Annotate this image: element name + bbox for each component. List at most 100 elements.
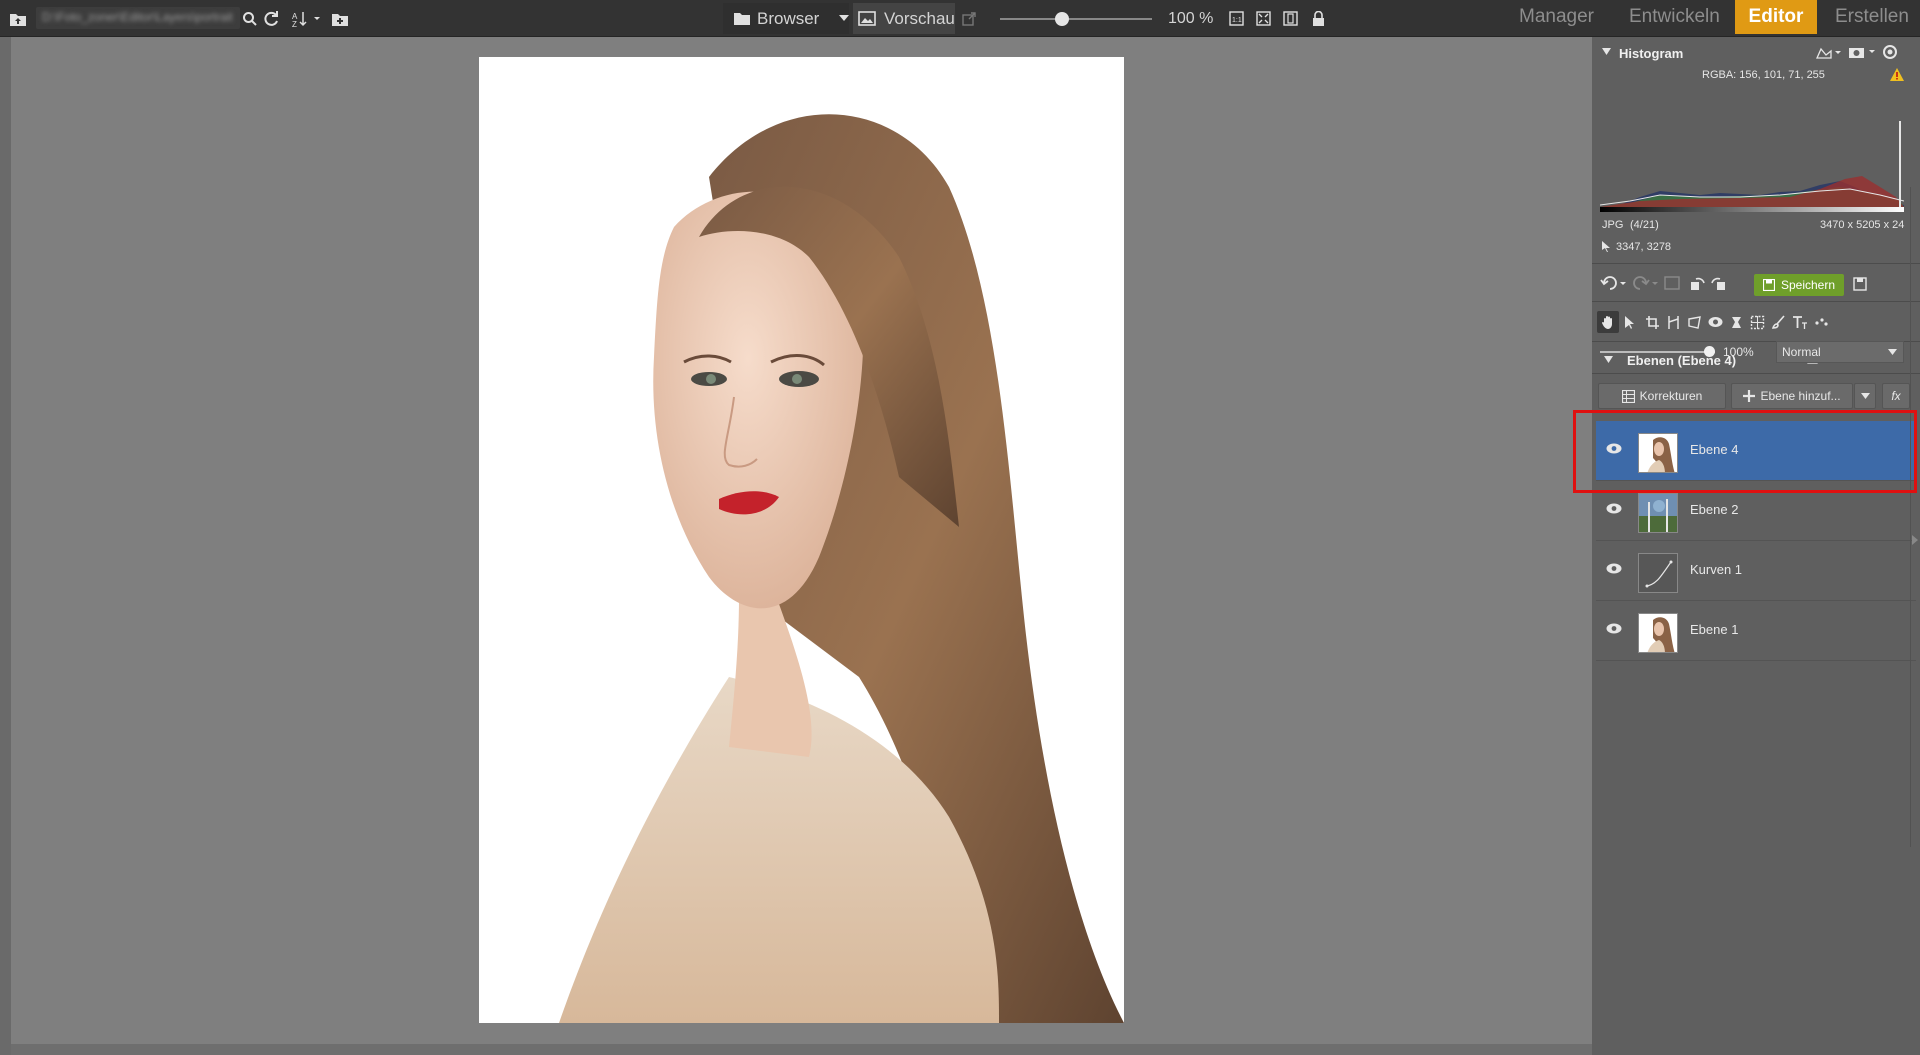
fx-label: fx [1891, 389, 1901, 403]
retouch-tool-icon[interactable] [1729, 315, 1744, 330]
save-button[interactable]: Speichern [1754, 274, 1844, 296]
rotate-left-icon[interactable] [1690, 275, 1706, 291]
eye-icon[interactable] [1606, 563, 1622, 574]
layer-name: Ebene 2 [1690, 502, 1739, 517]
svg-text:1:1: 1:1 [1232, 17, 1242, 24]
layer-name: Kurven 1 [1690, 562, 1743, 577]
layer-thumbnail [1638, 613, 1678, 653]
divider [1592, 373, 1920, 374]
corrections-label: Korrekturen [1639, 389, 1703, 403]
bottom-panel-collapsed[interactable] [11, 1044, 1592, 1055]
blend-mode-select[interactable]: Normal [1776, 341, 1904, 363]
lock-icon[interactable] [1309, 9, 1327, 27]
left-panel-collapsed[interactable] [0, 37, 11, 1055]
histogram-mode-icon[interactable] [1816, 46, 1842, 60]
divider [1592, 263, 1920, 264]
layer-row-kurven-1[interactable]: Kurven 1 [1596, 541, 1916, 601]
blend-mode-value: Normal [1782, 345, 1821, 359]
layer-opacity-value: 100% [1723, 345, 1754, 359]
fit-screen-icon[interactable] [1254, 9, 1272, 27]
new-folder-icon[interactable] [329, 8, 351, 30]
mode-create[interactable]: Erstellen [1835, 0, 1909, 37]
top-toolbar: D:\Foto_zoner\Editor\Layers\portrait AZ … [0, 0, 1920, 37]
image-icon [857, 9, 877, 27]
mode-editor[interactable]: Editor [1735, 0, 1817, 34]
divider [1592, 301, 1920, 302]
histogram-plot [1599, 121, 1905, 207]
hand-tool-icon[interactable] [1601, 315, 1615, 329]
layer-row-ebene-1[interactable]: Ebene 1 [1596, 601, 1916, 661]
fx-button[interactable]: fx [1882, 383, 1910, 409]
transform-tool-icon[interactable] [1687, 315, 1702, 330]
corrections-icon [1621, 389, 1635, 403]
histogram-gradient-bar [1600, 207, 1904, 212]
layer-opacity-slider-track[interactable] [1600, 351, 1715, 353]
svg-text:Z: Z [292, 20, 297, 28]
photo-editor-app: D:\Foto_zoner\Editor\Layers\portrait AZ … [0, 0, 1920, 1055]
layer-thumbnail-curves [1638, 553, 1678, 593]
red-eye-tool-icon[interactable] [1708, 316, 1723, 328]
history-image-icon[interactable] [1664, 276, 1680, 290]
chevron-down-icon[interactable] [836, 10, 852, 26]
collapse-triangle-icon[interactable] [1602, 48, 1611, 55]
path-field[interactable]: D:\Foto_zoner\Editor\Layers\portrait [36, 7, 240, 29]
layer-thumbnail [1638, 493, 1678, 533]
eye-icon[interactable] [1606, 623, 1622, 634]
corrections-button[interactable]: Korrekturen [1598, 383, 1726, 409]
chevron-down-icon [1860, 393, 1870, 399]
layer-name: Ebene 1 [1690, 622, 1739, 637]
straighten-tool-icon[interactable] [1666, 315, 1681, 330]
file-format: JPG [1602, 219, 1624, 231]
right-panel: Histogram RGBA: 156, 101, 71, 255 JPG (4… [1592, 37, 1920, 1055]
histogram-title: Histogram [1619, 46, 1684, 61]
selection-tool-icon[interactable] [1750, 315, 1765, 330]
folder-up-icon[interactable] [8, 9, 28, 29]
save-as-icon[interactable] [1853, 277, 1867, 291]
brush-tool-icon[interactable] [1771, 315, 1786, 330]
zoom-slider-handle[interactable] [1055, 12, 1069, 26]
more-tools-icon[interactable] [1814, 315, 1829, 330]
browser-label[interactable]: Browser [757, 9, 819, 29]
mode-develop[interactable]: Entwickeln [1629, 0, 1720, 37]
cursor-icon [1602, 241, 1610, 252]
save-icon [1762, 279, 1775, 291]
zoom-slider-track[interactable] [1000, 18, 1152, 20]
browser-icon [732, 9, 752, 27]
preview-label[interactable]: Vorschau [884, 9, 955, 29]
compare-icon[interactable] [1281, 9, 1299, 27]
mode-manager[interactable]: Manager [1519, 0, 1594, 37]
crop-tool-icon[interactable] [1645, 315, 1660, 330]
settings-gear-icon[interactable] [1882, 44, 1898, 60]
text-tool-icon[interactable] [1792, 315, 1808, 330]
layers-title: Ebenen (Ebene 4) [1627, 353, 1737, 368]
image-dimensions: 3470 x 5205 x 24 [1820, 219, 1905, 231]
histogram-header[interactable]: Histogram [1592, 41, 1920, 67]
undo-icon[interactable] [1600, 275, 1628, 291]
expand-arrow-icon[interactable] [1912, 535, 1918, 545]
refresh-icon[interactable] [260, 8, 282, 30]
portrait-photo[interactable] [479, 57, 1124, 1023]
add-layer-button[interactable]: Ebene hinzuf... [1731, 383, 1853, 409]
add-layer-label: Ebene hinzuf... [1760, 389, 1841, 403]
actual-size-icon[interactable]: 1:1 [1227, 9, 1245, 27]
redo-icon[interactable] [1632, 275, 1660, 291]
selection-highlight-annotation [1573, 410, 1917, 493]
external-link-icon[interactable] [960, 10, 978, 28]
path-text: D:\Foto_zoner\Editor\Layers\portrait [42, 10, 233, 24]
sort-icon[interactable]: AZ [290, 8, 324, 30]
search-icon[interactable] [240, 9, 260, 29]
chevron-down-icon [1888, 349, 1897, 355]
eye-icon[interactable] [1606, 503, 1622, 514]
rotate-right-icon[interactable] [1710, 275, 1726, 291]
panel-scroll-edge[interactable] [1910, 187, 1911, 847]
layer-opacity-slider-handle[interactable] [1704, 346, 1715, 357]
file-index: (4/21) [1630, 219, 1659, 231]
camera-icon[interactable] [1848, 45, 1876, 59]
add-layer-dropdown[interactable] [1854, 383, 1876, 409]
save-label: Speichern [1780, 278, 1836, 292]
select-tool-icon[interactable] [1624, 315, 1636, 329]
zoom-value: 100 % [1168, 10, 1214, 27]
warning-icon[interactable] [1890, 68, 1904, 81]
plus-icon [1743, 390, 1756, 402]
collapse-triangle-icon[interactable] [1604, 356, 1613, 363]
